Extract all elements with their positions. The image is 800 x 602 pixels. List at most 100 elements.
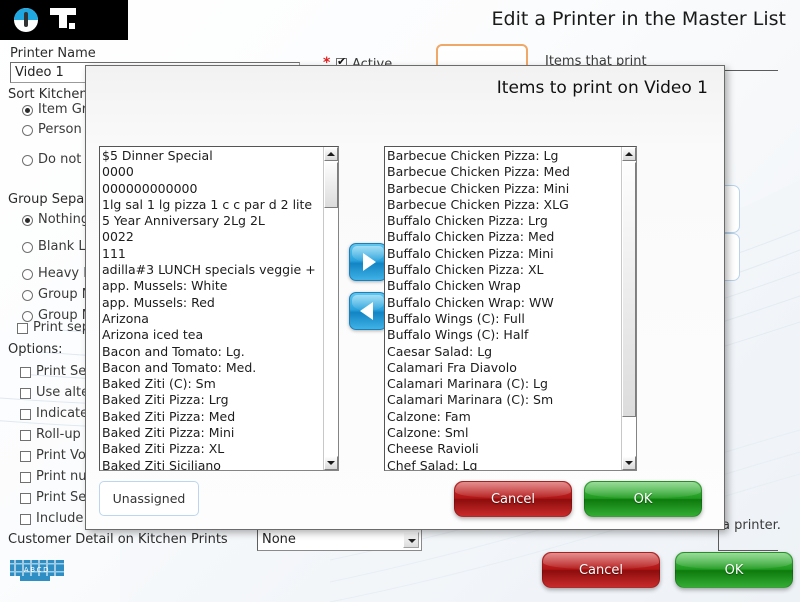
option-checkbox-0[interactable]: [20, 367, 31, 378]
items-not-printing-row[interactable]: Arizona: [102, 311, 323, 327]
dialog-cancel-label: Cancel: [490, 491, 536, 507]
items-not-printing-row[interactable]: Baked Ziti Pizza: Lrg: [102, 392, 323, 408]
group-option-label-0: Nothing: [38, 212, 90, 227]
application-window: Printer Name Video 1 * Active Items that…: [0, 0, 800, 602]
items-not-printing-row[interactable]: Arizona iced tea: [102, 327, 323, 343]
items-not-printing-row[interactable]: Baked Ziti Pizza: Mini: [102, 425, 323, 441]
items-printing-row[interactable]: Buffalo Wings (C): Half: [387, 327, 621, 343]
items-printing-row[interactable]: Calamari Marinara (C): Lg: [387, 376, 621, 392]
left-scroll-up-icon[interactable]: [324, 147, 338, 161]
items-not-printing-row[interactable]: 000000000000: [102, 181, 323, 197]
move-left-button[interactable]: [349, 292, 387, 330]
items-printing-row[interactable]: Buffalo Chicken Pizza: Med: [387, 229, 621, 245]
form-cancel-button[interactable]: Cancel: [542, 552, 660, 588]
option-label-2: Indicate: [36, 406, 89, 421]
items-not-printing-row[interactable]: Baked Ziti (C): Sm: [102, 376, 323, 392]
printer-name-label: Printer Name: [10, 46, 96, 61]
left-scroll-down-icon[interactable]: [324, 456, 338, 470]
items-printing-row[interactable]: Barbecue Chicken Pizza: Mini: [387, 181, 621, 197]
items-printing-row[interactable]: Chef Salad: Lg: [387, 458, 621, 470]
items-printing-listbox[interactable]: Barbecue Chicken Pizza: Lg Barbecue Chick…: [384, 146, 637, 471]
arrow-right-icon: [350, 244, 386, 280]
right-scroll-thumb[interactable]: [622, 162, 636, 417]
svg-text:ABCD: ABCD: [24, 566, 50, 574]
items-not-printing-items[interactable]: $5 Dinner Special 0000 000000000000 1lg sal…: [100, 147, 323, 470]
option-checkbox-2[interactable]: [20, 409, 31, 420]
group-option-radio-1[interactable]: [22, 242, 33, 253]
form-cancel-label: Cancel: [578, 562, 624, 578]
items-printing-items[interactable]: Barbecue Chicken Pizza: Lg Barbecue Chick…: [385, 147, 621, 470]
items-printing-row[interactable]: Caesar Salad: Lg: [387, 344, 621, 360]
group-option-radio-2[interactable]: [22, 269, 33, 280]
hint-tail-text: a printer.: [722, 518, 781, 533]
items-printing-row[interactable]: Cheese Ravioli: [387, 441, 621, 457]
items-not-printing-row[interactable]: 111: [102, 246, 323, 262]
group-option-radio-4[interactable]: [22, 311, 33, 322]
app-logo-bar: [0, 0, 128, 40]
items-not-printing-row[interactable]: Bacon and Tomato: Lg.: [102, 344, 323, 360]
arrow-left-icon: [350, 293, 386, 329]
items-not-printing-row[interactable]: adilla#3 LUNCH specials veggie +: [102, 262, 323, 278]
items-not-printing-row[interactable]: app. Mussels: White: [102, 278, 323, 294]
items-not-printing-row[interactable]: 0022: [102, 229, 323, 245]
items-printing-row[interactable]: Buffalo Wings (C): Full: [387, 311, 621, 327]
items-printing-row[interactable]: Calamari Marinara (C): Sm: [387, 392, 621, 408]
items-not-printing-listbox[interactable]: $5 Dinner Special 0000 000000000000 1lg sal…: [99, 146, 339, 471]
items-not-printing-row[interactable]: Baked Ziti Siciliano: [102, 458, 323, 470]
option-checkbox-3[interactable]: [20, 430, 31, 441]
items-not-printing-row[interactable]: $5 Dinner Special: [102, 148, 323, 164]
unassigned-label: Unassigned: [112, 491, 186, 506]
dialog-ok-button[interactable]: OK: [584, 481, 702, 517]
sort-option-radio-0[interactable]: [22, 105, 33, 116]
items-printing-row[interactable]: Buffalo Chicken Pizza: XL: [387, 262, 621, 278]
customer-detail-label: Customer Detail on Kitchen Prints: [8, 532, 228, 547]
items-printing-row[interactable]: Barbecue Chicken Pizza: Lg: [387, 148, 621, 164]
items-printing-row[interactable]: Buffalo Chicken Pizza: Lrg: [387, 213, 621, 229]
right-scroll-up-icon[interactable]: [622, 147, 636, 161]
items-printing-row[interactable]: Buffalo Chicken Wrap: WW: [387, 295, 621, 311]
group-separator-label: Group Separ: [8, 192, 90, 207]
sort-option-radio-2[interactable]: [22, 155, 33, 166]
app-logo-icon: [14, 8, 38, 32]
items-not-printing-row[interactable]: 0000: [102, 164, 323, 180]
form-ok-button[interactable]: OK: [675, 552, 793, 588]
option-checkbox-1[interactable]: [20, 388, 31, 399]
page-title: Edit a Printer in the Master List: [491, 8, 786, 30]
dialog-title: Items to print on Video 1: [496, 78, 708, 98]
items-printing-row[interactable]: Buffalo Chicken Wrap: [387, 278, 621, 294]
option-checkbox-6[interactable]: [20, 493, 31, 504]
sort-option-label-1: Person: [38, 122, 82, 137]
print-separate-checkbox[interactable]: [17, 323, 28, 334]
left-scroll-thumb[interactable]: [324, 162, 338, 208]
items-printing-row[interactable]: Buffalo Chicken Pizza: Mini: [387, 246, 621, 262]
unassigned-button[interactable]: Unassigned: [99, 481, 199, 516]
dialog-ok-label: OK: [633, 491, 653, 507]
chevron-down-icon[interactable]: [403, 532, 419, 548]
option-checkbox-7[interactable]: [20, 514, 31, 525]
brand-t-icon: [50, 8, 80, 33]
items-printing-row[interactable]: Barbecue Chicken Pizza: Med: [387, 164, 621, 180]
items-printing-row[interactable]: Calamari Fra Diavolo: [387, 360, 621, 376]
items-not-printing-row[interactable]: app. Mussels: Red: [102, 295, 323, 311]
dialog-cancel-button[interactable]: Cancel: [454, 481, 572, 517]
move-right-button[interactable]: [349, 243, 387, 281]
right-scroll-down-icon[interactable]: [622, 456, 636, 470]
items-not-printing-row[interactable]: Baked Ziti Pizza: XL: [102, 441, 323, 457]
right-list-scrollbar[interactable]: [621, 147, 636, 470]
items-printing-row[interactable]: Barbecue Chicken Pizza: XLG: [387, 197, 621, 213]
customer-detail-select[interactable]: None: [257, 529, 422, 551]
items-not-printing-row[interactable]: Bacon and Tomato: Med.: [102, 360, 323, 376]
form-ok-label: OK: [724, 562, 744, 578]
option-checkbox-4[interactable]: [20, 451, 31, 462]
form-frame-top: [718, 70, 778, 71]
items-printing-row[interactable]: Calzone: Fam: [387, 409, 621, 425]
group-option-radio-0[interactable]: [22, 215, 33, 226]
items-not-printing-row[interactable]: 1lg sal 1 lg pizza 1 c c par d 2 lite: [102, 197, 323, 213]
option-checkbox-5[interactable]: [20, 472, 31, 483]
items-not-printing-row[interactable]: 5 Year Anniversary 2Lg 2L: [102, 213, 323, 229]
items-not-printing-row[interactable]: Baked Ziti Pizza: Med: [102, 409, 323, 425]
left-list-scrollbar[interactable]: [323, 147, 338, 470]
items-printing-row[interactable]: Calzone: Sml: [387, 425, 621, 441]
sort-option-radio-1[interactable]: [22, 125, 33, 136]
group-option-radio-3[interactable]: [22, 290, 33, 301]
